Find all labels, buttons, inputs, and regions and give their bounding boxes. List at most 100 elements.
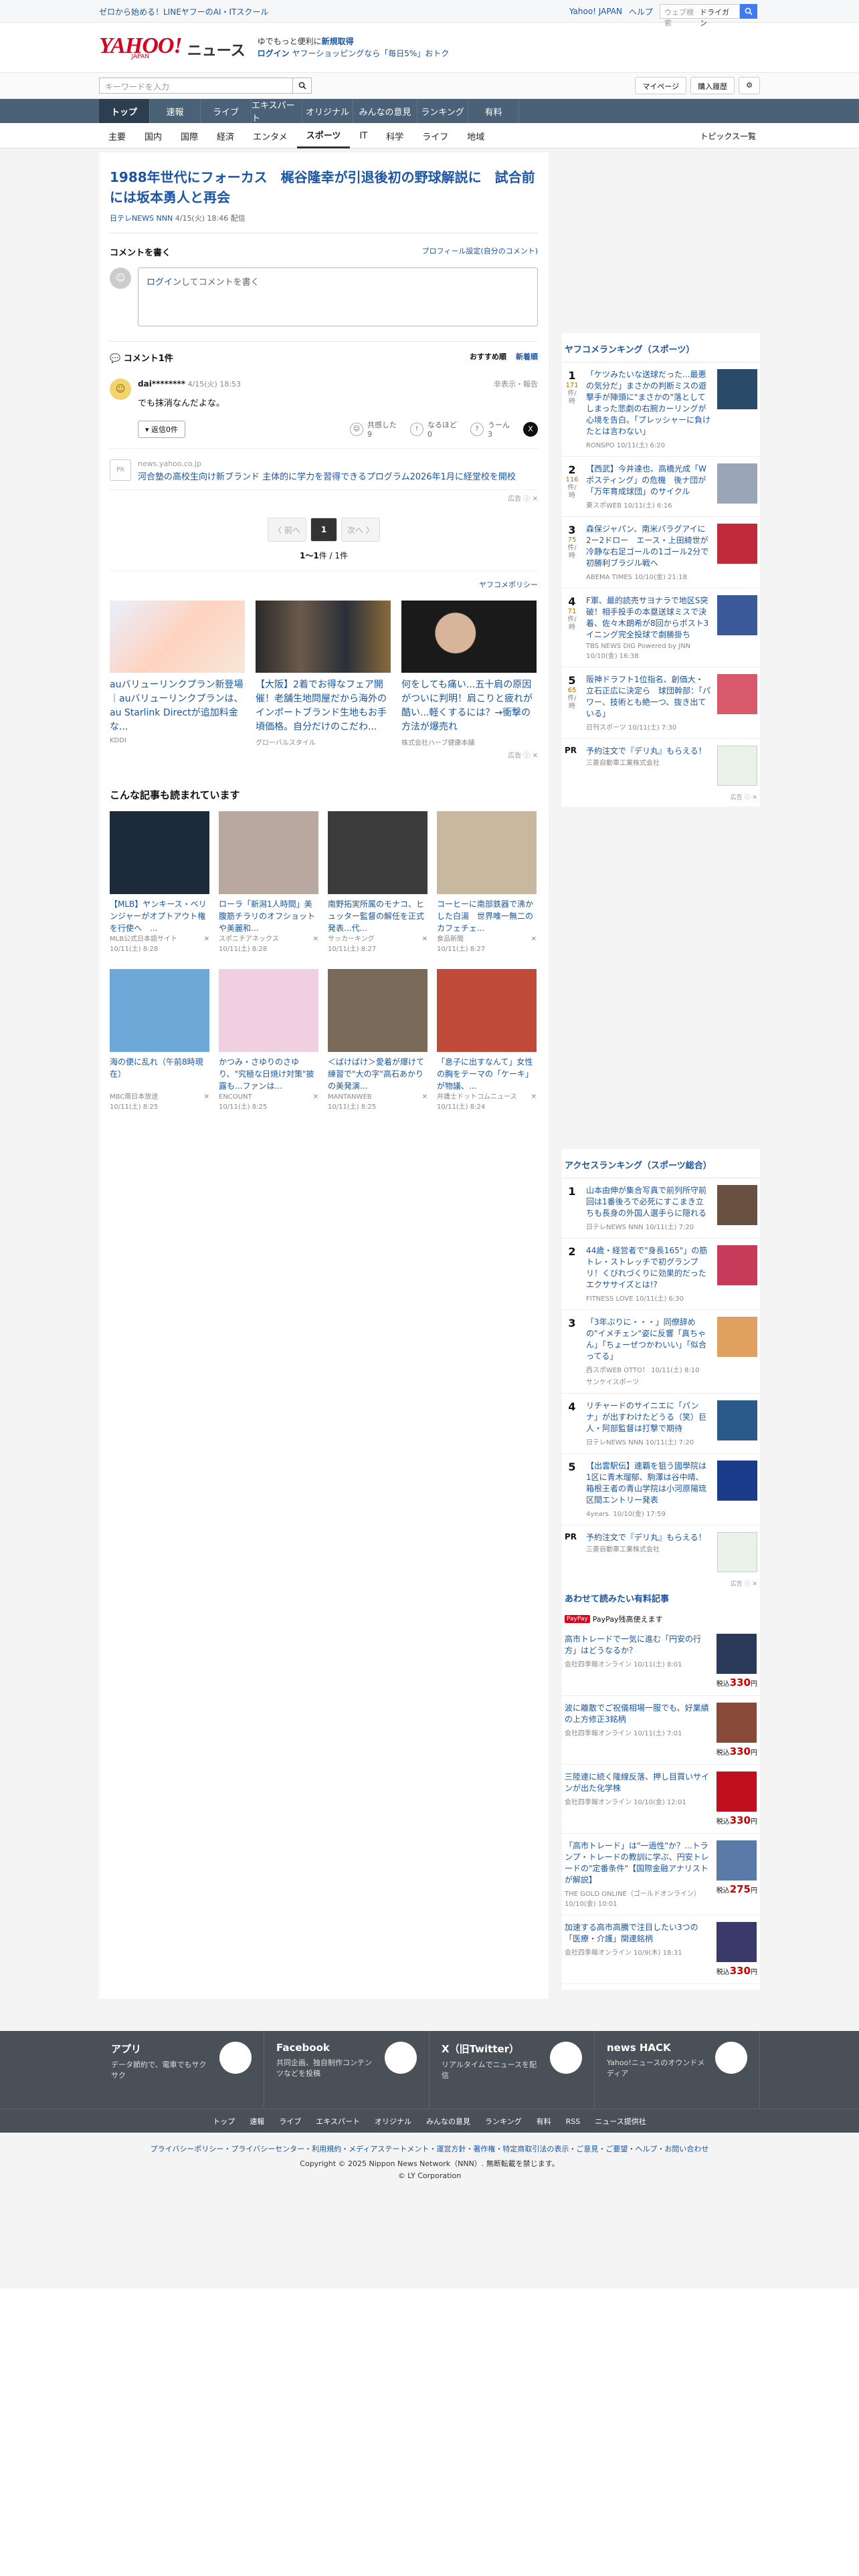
- paid-title[interactable]: 「高市トレード」は"一過性"か？...トランプ・トレードの教訓に学ぶ、円安トレー…: [565, 1840, 710, 1886]
- gnav-ranking[interactable]: ランキング: [417, 99, 468, 123]
- ranking-title[interactable]: 「ケツみたいな送球だった...最悪の気分だ」まさかの判断ミスの遊撃手が陣頭に"ま…: [586, 369, 710, 437]
- topics-list-link[interactable]: トピックス一覧: [700, 130, 760, 142]
- promo-link[interactable]: ゼロから始める！LINEヤフーのAI・ITスクール: [99, 6, 268, 17]
- ranking-item[interactable]: 2 44歳・経営者で"身長165"」の筋トレ・ストレッチで初グランプリ！くびれづく…: [562, 1239, 760, 1310]
- tab-main[interactable]: 主要: [99, 123, 135, 148]
- tab-life[interactable]: ライフ: [413, 123, 458, 148]
- recommended-card[interactable]: かつみ・さゆりのさゆり、"究極な日焼け対策"披露も...ファンは... ENCOU…: [219, 969, 318, 1112]
- sort-recommended[interactable]: おすすめ順: [470, 351, 506, 364]
- close-icon[interactable]: ✕: [313, 1092, 318, 1112]
- gear-icon[interactable]: ⚙: [739, 77, 760, 94]
- footer-card[interactable]: アプリ データ節約で、電車でもサクサク Y!: [99, 2031, 264, 2109]
- reaction-insight-button[interactable]: ! なるほど 0: [410, 419, 457, 439]
- tab-sports[interactable]: スポーツ: [296, 123, 351, 148]
- paid-article[interactable]: 加速する高市高騰で注目したい3つの「医療・介護」関連銘柄 会社四季報オンライン 1…: [562, 1915, 760, 1984]
- footer-links[interactable]: プライバシーポリシー・プライバシーセンター・利用規約・メディアステートメント・運…: [0, 2133, 859, 2158]
- comment-user[interactable]: dai********: [138, 379, 185, 389]
- inline-ad[interactable]: PR news.yahoo.co.jp 河合塾の高校生向け新ブランド 主体的に学力…: [110, 449, 538, 490]
- recommended-title[interactable]: ＜ばけばけ＞愛着が爆けて練習で"大の字"高石あかりの美発演...: [328, 1056, 427, 1092]
- help-link[interactable]: ヘルプ: [629, 6, 653, 17]
- recommended-card[interactable]: 海の便に乱れ（午前8時現在） MBC南日本放送 10/11(土) 8:25 ✕: [110, 969, 209, 1112]
- paid-title[interactable]: 加速する高市高騰で注目したい3つの「医療・介護」関連銘柄: [565, 1922, 710, 1945]
- reaction-hmm-button[interactable]: ? うーん 3: [470, 419, 510, 439]
- ranking-item[interactable]: 1 171 件/時 「ケツみたいな送球だった...最悪の気分だ」まさかの判断ミスの遊撃…: [562, 362, 760, 457]
- shopping-promo[interactable]: ヤフーショッピングなら「毎日5%」おトク: [292, 49, 449, 58]
- ad-card[interactable]: 何をしても痛い...五十肩の原因がついに判明！肩こりと疲れが酷い...軽くするに…: [401, 601, 537, 747]
- close-icon[interactable]: ✕: [422, 934, 427, 954]
- close-icon[interactable]: ✕: [531, 1092, 537, 1112]
- recommended-card[interactable]: ＜ばけばけ＞愛着が爆けて練習で"大の字"高石あかりの美発演... MANTANWE…: [328, 969, 427, 1112]
- article-source[interactable]: 日テレNEWS NNN: [110, 214, 173, 223]
- footer-nav-link[interactable]: ライブ: [279, 2116, 301, 2127]
- search-icon[interactable]: [740, 4, 757, 19]
- comment-ranking-title[interactable]: ヤフコメランキング（スポーツ）: [562, 338, 760, 362]
- recommended-title[interactable]: 「息子に出すなんて」女性の胸をテーマの「ケーキ」が物議、...: [437, 1056, 537, 1092]
- recommended-title[interactable]: 海の便に乱れ（午前8時現在）: [110, 1056, 209, 1092]
- footer-nav-link[interactable]: ニュース提供社: [595, 2116, 646, 2127]
- close-icon[interactable]: ✕: [313, 934, 318, 954]
- tab-science[interactable]: 科学: [377, 123, 413, 148]
- report-link[interactable]: 非表示・報告: [494, 379, 538, 389]
- ranking-title[interactable]: 44歳・経営者で"身長165"」の筋トレ・ストレッチで初グランプリ！くびれづくり…: [586, 1245, 710, 1291]
- footer-nav-link[interactable]: トップ: [213, 2116, 235, 2127]
- recommended-title[interactable]: かつみ・さゆりのさゆり、"究極な日焼け対策"披露も...ファンは...: [219, 1056, 318, 1092]
- ranking-title[interactable]: 「3年ぶりに・・・」同僚辞めの"イメチェン"姿に反響「真ちゃん」「ちょーぜつかわ…: [586, 1317, 710, 1362]
- x-share-icon[interactable]: X: [523, 421, 538, 437]
- close-icon[interactable]: ✕: [531, 934, 537, 954]
- ad-card[interactable]: 【大阪】2着でお得なフェア開催！老舗生地問屋だから海外のインポートブランド生地も…: [256, 601, 391, 747]
- footer-nav-link[interactable]: ランキング: [485, 2116, 522, 2127]
- ranking-title[interactable]: 山本由伸が集合写真で前列所守前回は1番後ろで必死にすこまき立ちも長身の外国人選手…: [586, 1185, 710, 1219]
- ranking-title[interactable]: F軍、最的読売サヨナラで地区S突破！相手投手の本塁送球ミスで決着、佐々木朗希が8…: [586, 595, 710, 641]
- paid-article[interactable]: 波に離散でご祝儀相場一服でも、好業績の上方修正3銘柄 会社四季報オンライン 10/…: [562, 1696, 760, 1765]
- paid-title[interactable]: 三陸連に続く隆線反落、押し目買いサインが出た化学株: [565, 1772, 710, 1794]
- footer-nav-link[interactable]: 有料: [537, 2116, 551, 2127]
- yahoo-japan-link[interactable]: Yahoo! JAPAN: [569, 7, 622, 16]
- recommended-card[interactable]: 「息子に出すなんて」女性の胸をテーマの「ケーキ」が物議、... 弁護士ドットコムニ…: [437, 969, 537, 1112]
- ranking-title[interactable]: 阪神ドラフト1位指名、創価大・立石正広に決定ら 球団幹部：「パワー、技術とも絶一…: [586, 674, 710, 720]
- close-icon[interactable]: ✕: [204, 1092, 209, 1112]
- paid-article[interactable]: 「高市トレード」は"一過性"か？...トランプ・トレードの教訓に学ぶ、円安トレー…: [562, 1834, 760, 1915]
- tab-economy[interactable]: 経済: [207, 123, 244, 148]
- yahoo-news-logo[interactable]: YAHOO! JAPAN ニュース: [99, 35, 246, 61]
- ranking-pr[interactable]: PR 予約注文で『デリ丸』もらえる！ 三菱自動車工業株式会社: [562, 739, 760, 792]
- keyword-input[interactable]: キーワードを入力: [99, 78, 293, 94]
- tab-it[interactable]: IT: [350, 123, 377, 148]
- recommended-title[interactable]: ローラ「新潟1人時間」美腹筋チラリのオフショットや美麗和...: [219, 898, 318, 934]
- recommended-card[interactable]: 南野拓実所属のモナコ、ヒュッター監督の解任を正式発表...代... サッカーキング…: [328, 811, 427, 954]
- recommended-card[interactable]: コーヒーに南部鉄器で沸かした白湯 世界唯一無二のカフェチェ... 食品新聞 10/1…: [437, 811, 537, 954]
- purchase-history-button[interactable]: 購入履歴: [690, 77, 735, 94]
- tab-entertainment[interactable]: エンタメ: [244, 123, 297, 148]
- ranking-pr[interactable]: PR 予約注文で『デリ丸』もらえる！ 三菱自動車工業株式会社: [562, 1525, 760, 1579]
- mypage-button[interactable]: マイページ: [635, 77, 687, 94]
- ranking-item[interactable]: 4 リチャードのサイニエに「パンナ」が出すわけたどうる（笑）巨人・阿部監督は打撃で…: [562, 1394, 760, 1454]
- article-title[interactable]: 1988年世代にフォーカス 梶谷隆幸が引退後初の野球解説に 試合前には坂本勇人と…: [110, 167, 538, 207]
- tab-domestic[interactable]: 国内: [135, 123, 171, 148]
- close-icon[interactable]: ✕: [422, 1092, 427, 1112]
- tab-local[interactable]: 地域: [458, 123, 494, 148]
- recommended-title[interactable]: 南野拓実所属のモナコ、ヒュッター監督の解任を正式発表...代...: [328, 898, 427, 934]
- footer-card[interactable]: X（旧Twitter） リアルタイムでニュースを配信 X: [430, 2031, 595, 2109]
- ranking-title[interactable]: 森保ジャパン、南米パラグアイに2ー2ドロー エース・上田綺世が冷静な右足ゴールの…: [586, 524, 710, 569]
- reaction-agree-button[interactable]: ☺ 共感した 9: [350, 419, 397, 439]
- paid-title[interactable]: 波に離散でご祝儀相場一服でも、好業績の上方修正3銘柄: [565, 1703, 710, 1725]
- close-icon[interactable]: ✕: [204, 934, 209, 954]
- page-1-button[interactable]: 1: [310, 518, 337, 542]
- footer-card[interactable]: news HACK Yahoo!ニュースのオウンドメディア H: [595, 2031, 760, 2109]
- signup-link[interactable]: 新規取得: [322, 37, 354, 46]
- gnav-expert[interactable]: エキスパート: [252, 99, 302, 124]
- recommended-title[interactable]: コーヒーに南部鉄器で沸かした白湯 世界唯一無二のカフェチェ...: [437, 898, 537, 934]
- reply-toggle-button[interactable]: ▾ 返信0件: [138, 420, 186, 438]
- gnav-top[interactable]: トップ: [99, 99, 150, 123]
- login-link[interactable]: ログイン: [258, 49, 290, 58]
- next-page-button[interactable]: 次へ 〉: [341, 518, 380, 542]
- comment-textarea[interactable]: ログインしてコメントを書く: [138, 267, 538, 326]
- ranking-title[interactable]: 【西武】今井達也、高橋光成「W ポスティング」の危機 後ナ団が「万年育成球団」の…: [586, 463, 710, 498]
- footer-nav-link[interactable]: みんなの意見: [426, 2116, 470, 2127]
- ranking-item[interactable]: 3 75 件/時 森保ジャパン、南米パラグアイに2ー2ドロー エース・上田綺世が冷静な…: [562, 517, 760, 588]
- comment-policy-link[interactable]: ヤフコメポリシー: [110, 571, 538, 601]
- recommended-title[interactable]: 【MLB】ヤンキース・ベリンジャーがオプトアウト権を行使へ ...: [110, 898, 209, 934]
- footer-nav-link[interactable]: RSS: [566, 2117, 581, 2126]
- footer-card[interactable]: Facebook 共同企画、独自制作コンテンツなどを投稿 f: [264, 2031, 430, 2109]
- footer-nav-link[interactable]: オリジナル: [375, 2116, 411, 2127]
- ranking-item[interactable]: 5 【出雲駅伝】連覇を狙う國學院は1区に青木瑠郁、駒澤は谷中晴、箱根王者の青山学院…: [562, 1454, 760, 1525]
